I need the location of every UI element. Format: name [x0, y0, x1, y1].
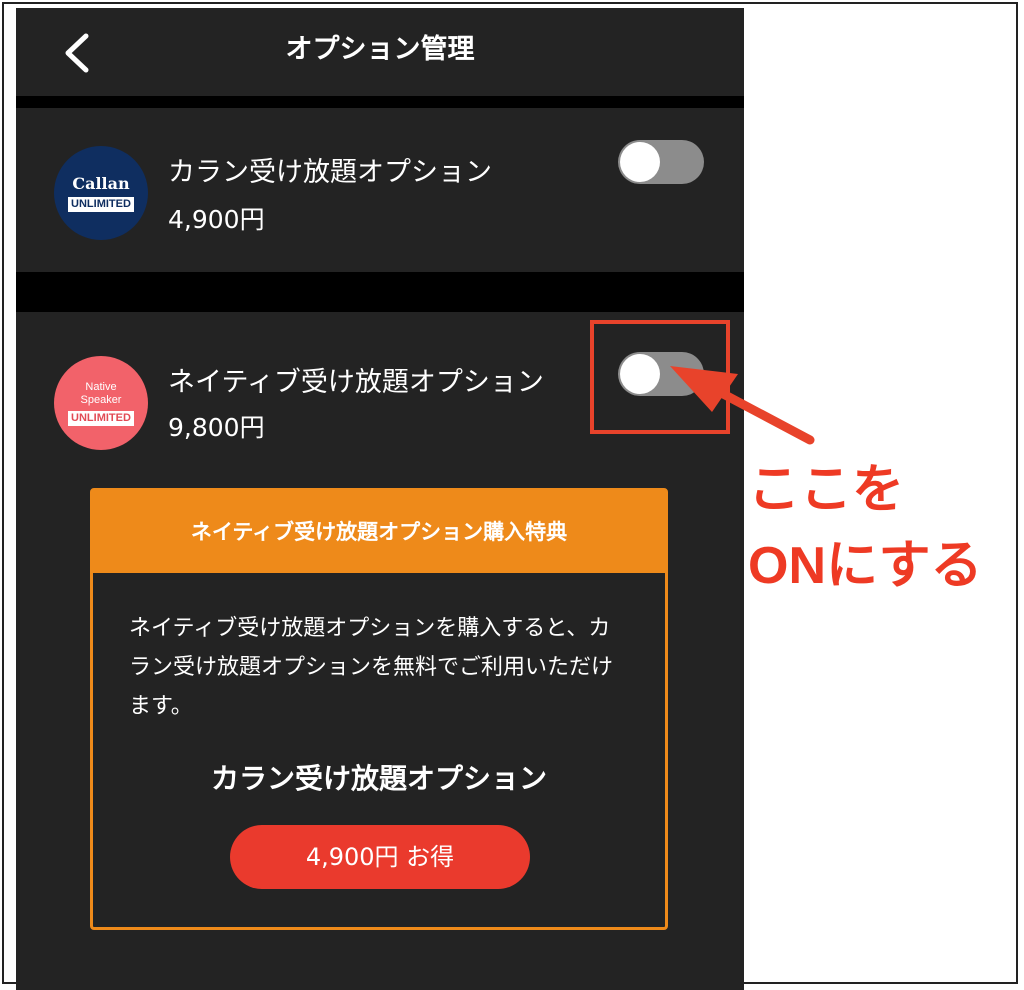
benefit-description: ネイティブ受け放題オプションを購入すると、カラン受け放題オプションを無料でご利用…	[129, 616, 614, 719]
app-screen: オプション管理 Callan UNLIMITED カラン受け放題オプション 4,…	[16, 8, 744, 990]
badge-tag: UNLIMITED	[68, 410, 134, 426]
header-bar: オプション管理	[16, 8, 744, 96]
option-price: 4,900円	[168, 205, 265, 234]
callan-option-toggle[interactable]	[618, 140, 704, 184]
option-name: ネイティブ受け放題オプション	[168, 367, 544, 398]
callan-unlimited-logo: Callan UNLIMITED	[54, 146, 148, 240]
option-row-callan: Callan UNLIMITED カラン受け放題オプション 4,900円	[16, 108, 744, 272]
annotation-callout: ここを ONにする	[748, 452, 983, 604]
benefit-title: ネイティブ受け放題オプション購入特典	[93, 491, 665, 573]
native-speaker-unlimited-logo: Native Speaker UNLIMITED	[54, 356, 148, 450]
annotation-highlight-box	[590, 320, 730, 434]
annotation-line-1: ここを	[748, 461, 905, 519]
separator	[16, 96, 744, 108]
separator	[16, 272, 744, 312]
badge-tag: UNLIMITED	[68, 196, 134, 212]
chevron-left-icon	[65, 33, 89, 73]
savings-button[interactable]: 4,900円 お得	[230, 825, 530, 889]
page-title: オプション管理	[285, 34, 475, 65]
toggle-knob	[620, 142, 660, 182]
benefit-subtitle: カラン受け放題オプション	[210, 762, 547, 795]
annotation-line-2: ONにする	[748, 537, 983, 595]
badge-line-1: Native	[85, 380, 117, 393]
badge-title: Callan	[72, 173, 130, 193]
option-name: カラン受け放題オプション	[168, 157, 492, 188]
back-button[interactable]	[56, 30, 96, 76]
purchase-benefit-card: ネイティブ受け放題オプション購入特典 ネイティブ受け放題オプションを購入すると、…	[90, 488, 668, 930]
option-price: 9,800円	[168, 413, 265, 442]
badge-line-2: Speaker	[80, 393, 122, 406]
